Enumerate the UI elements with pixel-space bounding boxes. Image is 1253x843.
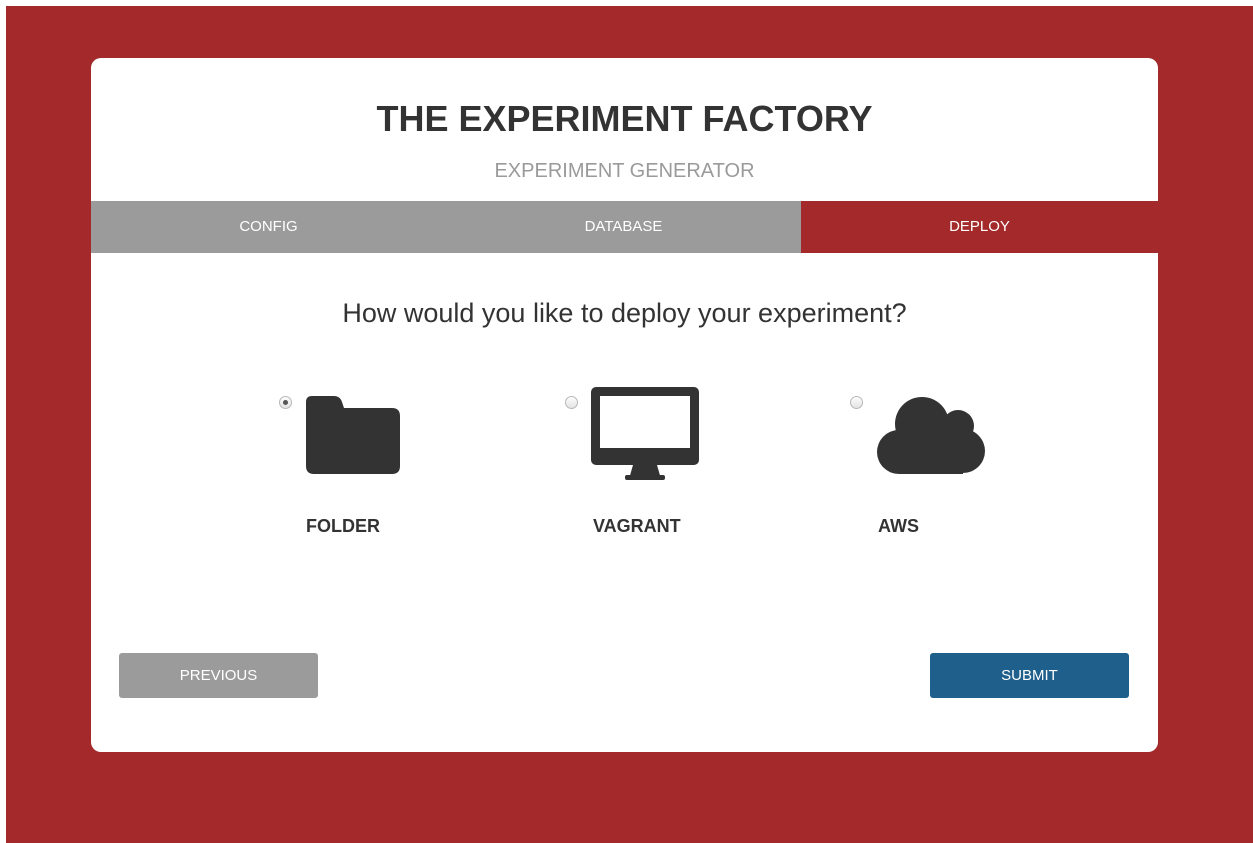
tab-database[interactable]: DATABASE (446, 201, 801, 253)
tab-deploy[interactable]: DEPLOY (801, 201, 1158, 253)
page-subtitle: EXPERIMENT GENERATOR (494, 160, 755, 182)
page-title: THE EXPERIMENT FACTORY (376, 98, 873, 139)
aws-radio[interactable] (850, 396, 863, 409)
submit-button[interactable]: SUBMIT (930, 653, 1129, 698)
monitor-icon (591, 387, 699, 480)
step-tabs: CONFIG DATABASE DEPLOY (91, 201, 1158, 253)
folder-radio[interactable] (279, 396, 292, 409)
wizard-card: THE EXPERIMENT FACTORY EXPERIMENT GENERA… (91, 58, 1158, 752)
folder-icon (306, 396, 400, 474)
vagrant-label: VAGRANT (593, 516, 681, 536)
aws-label: AWS (878, 516, 920, 536)
vagrant-radio[interactable] (565, 396, 578, 409)
folder-label: FOLDER (306, 516, 380, 536)
deploy-question: How would you like to deploy your experi… (342, 298, 907, 328)
previous-button[interactable]: PREVIOUS (119, 653, 318, 698)
tab-config[interactable]: CONFIG (91, 201, 446, 253)
cloud-icon (877, 397, 985, 474)
